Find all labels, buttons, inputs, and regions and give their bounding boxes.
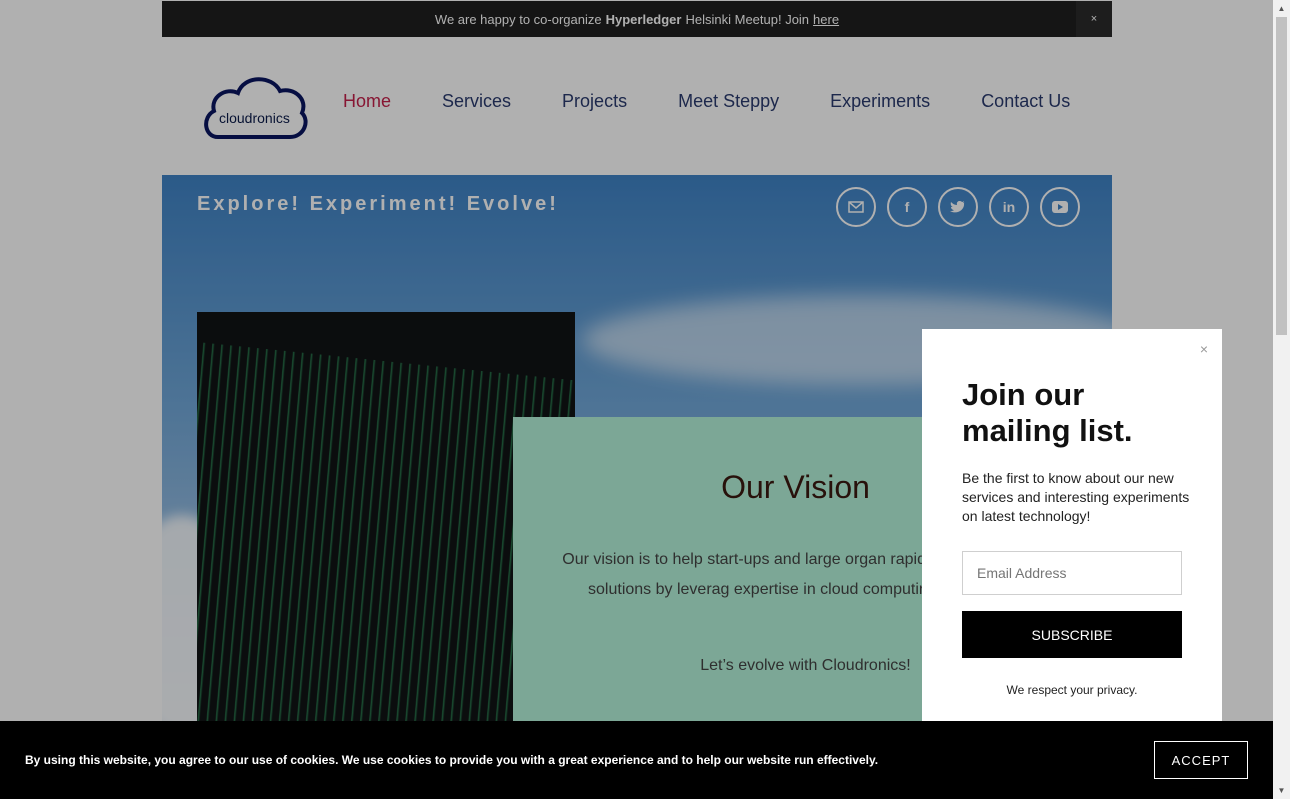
- scroll-down-arrow-icon[interactable]: ▼: [1273, 782, 1290, 799]
- mailing-list-popup: × Join our mailing list. Be the first to…: [922, 329, 1222, 729]
- cookie-banner: By using this website, you agree to our …: [0, 721, 1273, 799]
- page-scrollbar[interactable]: ▲ ▼: [1273, 0, 1290, 799]
- cookie-text: By using this website, you agree to our …: [25, 753, 879, 767]
- email-field[interactable]: [962, 551, 1182, 595]
- privacy-note: We respect your privacy.: [1006, 683, 1138, 697]
- scrollbar-thumb[interactable]: [1276, 17, 1287, 335]
- popup-close-button[interactable]: ×: [1200, 341, 1208, 357]
- subscribe-button[interactable]: SUBSCRIBE: [962, 611, 1182, 658]
- popup-title: Join our mailing list.: [962, 377, 1133, 448]
- scroll-up-arrow-icon[interactable]: ▲: [1273, 0, 1290, 17]
- accept-cookies-button[interactable]: ACCEPT: [1154, 741, 1248, 779]
- popup-description: Be the first to know about our new servi…: [962, 470, 1190, 524]
